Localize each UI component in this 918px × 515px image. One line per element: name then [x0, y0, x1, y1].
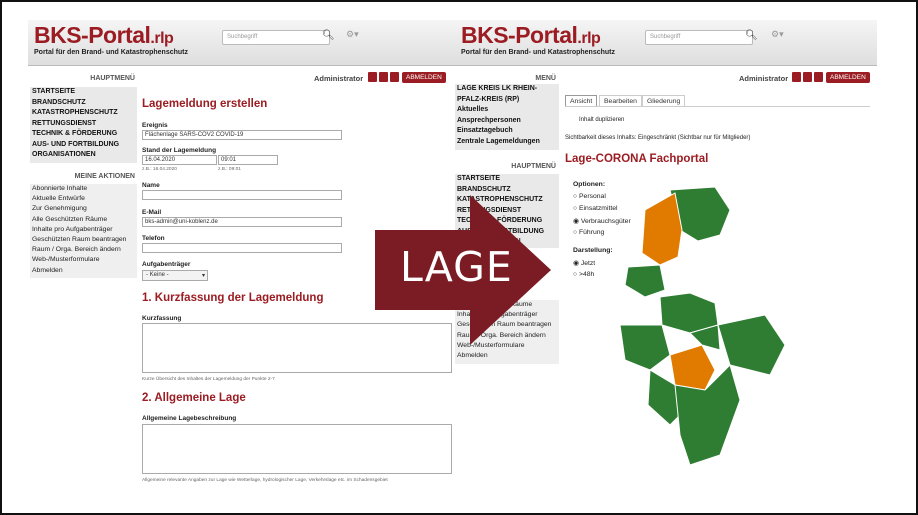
name-field[interactable] — [142, 190, 342, 200]
right-top-menu: LAGE KREIS LK RHEIN- PFALZ-KREIS (RP) Ak… — [455, 84, 559, 150]
telefon-field[interactable] — [142, 243, 342, 253]
time-hint: z.B.: 09:01 — [218, 167, 241, 172]
menu-item-brandschutz[interactable]: BRANDSCHUTZ — [455, 185, 559, 196]
left-hauptmenu-title: HAUPTMENÜ — [90, 75, 135, 82]
menu-item-fortbildung[interactable]: AUS- UND FORTBILDUNG — [30, 140, 137, 151]
allgemeine-textarea[interactable] — [142, 424, 452, 474]
left-tagline: Portal für den Brand- und Katastrophensc… — [34, 49, 189, 56]
action-raum-beantragen[interactable]: Geschützten Raum beantragen — [30, 235, 137, 245]
tab-divider — [565, 106, 870, 107]
menu-item-lage-kreis-2[interactable]: PFALZ-KREIS (RP) — [455, 95, 559, 106]
book-icon[interactable] — [390, 72, 399, 82]
meine-aktionen-title: MEINE AKTIONEN — [74, 173, 135, 180]
section1-heading: 1. Kurzfassung der Lagemeldung — [142, 292, 324, 304]
option-fuehrung[interactable]: ○ Führung — [573, 229, 604, 236]
left-actions-menu: Abonnierte Inhalte Aktuelle Entwürfe Zur… — [30, 184, 137, 278]
users-icon[interactable] — [368, 72, 377, 82]
date-field[interactable]: 16.04.2020 — [142, 155, 217, 165]
display-jetzt[interactable]: ◉ Jetzt — [573, 259, 595, 267]
menu-item-aktuelles[interactable]: Aktuelles — [455, 105, 559, 116]
search-icon[interactable]: 🔍︎ — [322, 30, 335, 41]
portal-title: Lage-CORONA Fachportal — [565, 153, 709, 165]
kurzfassung-hint: Kurze Übersicht des Inhaltes der Lagemel… — [142, 377, 275, 382]
logout-button[interactable]: ABMELDEN — [402, 72, 446, 83]
admin-label: Administrator — [314, 74, 364, 83]
action-zur-genehmigung[interactable]: Zur Genehmigung — [30, 204, 137, 214]
aufgabentraeger-select[interactable]: - Keine - ▾ — [142, 270, 208, 281]
allgemeine-label: Allgemeine Lagebeschreibung — [142, 415, 237, 422]
action-musterformulare[interactable]: Web-/Musterformulare — [30, 255, 137, 265]
right-hauptmenu-title: HAUPTMENÜ — [511, 163, 556, 170]
right-search-input[interactable]: Suchbegriff — [645, 30, 753, 45]
gear-icon[interactable]: ⚙▾ — [346, 29, 359, 40]
action-raum-aendern[interactable]: Raum / Orga. Bereich ändern — [30, 245, 137, 255]
date-hint: z.B.: 16.04.2020 — [142, 167, 177, 172]
search-icon[interactable]: 🔍︎ — [745, 30, 758, 41]
visibility-text: Sichtbarkeit dieses Inhalts: Eingeschrän… — [565, 135, 751, 141]
left-logo[interactable]: BKS-Portal.rlp — [34, 22, 174, 49]
kurzfassung-label: Kurzfassung — [142, 315, 182, 322]
action-inhalte-pro-aufgabentraeger[interactable]: Inhalte pro Aufgabenträger — [30, 225, 137, 235]
left-header: BKS-Portal.rlp Portal für den Brand- und… — [28, 20, 455, 66]
map-region-simmern[interactable] — [717, 314, 786, 376]
telefon-label: Telefon — [142, 235, 165, 242]
left-main-menu: STARTSEITE BRANDSCHUTZ KATASTROPHENSCHUT… — [30, 87, 137, 163]
users-icon[interactable] — [792, 72, 801, 82]
logout-button[interactable]: ABMELDEN — [826, 72, 870, 83]
menu-item-katastrophenschutz[interactable]: KATASTROPHENSCHUTZ — [30, 108, 137, 119]
aufgabentraeger-label: Aufgabenträger — [142, 261, 191, 268]
right-menu-title: MENÜ — [535, 75, 556, 82]
action-abmelden[interactable]: Abmelden — [455, 351, 559, 361]
gear-icon[interactable]: ⚙▾ — [771, 29, 784, 40]
option-personal[interactable]: ○ Personal — [573, 193, 606, 200]
right-logo[interactable]: BKS-Portal.rlp — [461, 22, 601, 49]
right-header: BKS-Portal.rlp Portal für den Brand- und… — [455, 20, 877, 66]
allgemeine-hint: Allgemeine relevante Angaben zur Lage wi… — [142, 478, 388, 483]
section2-heading: 2. Allgemeine Lage — [142, 392, 246, 404]
action-abmelden[interactable]: Abmelden — [30, 266, 137, 276]
time-field[interactable]: 09:01 — [218, 155, 278, 165]
menu-item-lage-kreis[interactable]: LAGE KREIS LK RHEIN- — [455, 84, 559, 95]
menu-item-startseite[interactable]: STARTSEITE — [30, 87, 137, 98]
menu-item-brandschutz[interactable]: BRANDSCHUTZ — [30, 98, 137, 109]
menu-item-startseite[interactable]: STARTSEITE — [455, 174, 559, 185]
menu-item-zentrale-lagemeldungen[interactable]: Zentrale Lagemeldungen — [455, 137, 559, 148]
stand-label: Stand der Lagemeldung — [142, 147, 217, 154]
arrow-label: LAGE — [400, 243, 513, 291]
book-icon[interactable] — [814, 72, 823, 82]
form-title: Lagemeldung erstellen — [142, 98, 268, 110]
name-label: Name — [142, 182, 160, 189]
left-search-input[interactable]: Suchbegriff — [222, 30, 330, 45]
menu-item-technik[interactable]: TECHNIK & FÖRDERUNG — [30, 129, 137, 140]
action-abonnierte-inhalte[interactable]: Abonnierte Inhalte — [30, 184, 137, 194]
map-region-kastellaun[interactable] — [620, 324, 671, 371]
menu-item-einsatztagebuch[interactable]: Einsatztagebuch — [455, 126, 559, 137]
darstellung-label: Darstellung: — [573, 247, 613, 254]
menu-item-rettungsdienst[interactable]: RETTUNGSDIENST — [30, 119, 137, 130]
map-region-kirchberg[interactable] — [669, 344, 716, 391]
map-region-emmelshausen[interactable] — [641, 192, 683, 266]
display-48h[interactable]: ○ >48h — [573, 271, 594, 278]
optionen-label: Optionen: — [573, 181, 606, 188]
map-region-halsenbach[interactable] — [624, 264, 666, 298]
action-aktuelle-entwuerfe[interactable]: Aktuelle Entwürfe — [30, 194, 137, 204]
folder-icon[interactable] — [379, 72, 388, 82]
duplicate-link[interactable]: Inhalt duplizieren — [579, 117, 624, 123]
ereignis-label: Ereignis — [142, 122, 168, 129]
menu-item-organisationen[interactable]: ORGANISATIONEN — [30, 150, 137, 161]
email-label: E-Mail — [142, 209, 162, 216]
action-alle-geschuetzten-raeume[interactable]: Alle Geschützten Räume — [30, 215, 137, 225]
ereignis-field[interactable]: Flächenlage SARS-COV2 COVID-19 — [142, 130, 342, 140]
option-einsatzmittel[interactable]: ○ Einsatzmittel — [573, 205, 618, 212]
email-field[interactable]: bks-admin@uni-koblenz.de — [142, 217, 342, 227]
folder-icon[interactable] — [803, 72, 812, 82]
right-tagline: Portal für den Brand- und Katastrophensc… — [461, 49, 616, 56]
district-map — [620, 186, 786, 466]
admin-label: Administrator — [739, 74, 789, 83]
menu-item-ansprechpersonen[interactable]: Ansprechpersonen — [455, 116, 559, 127]
chevron-down-icon: ▾ — [201, 273, 205, 279]
